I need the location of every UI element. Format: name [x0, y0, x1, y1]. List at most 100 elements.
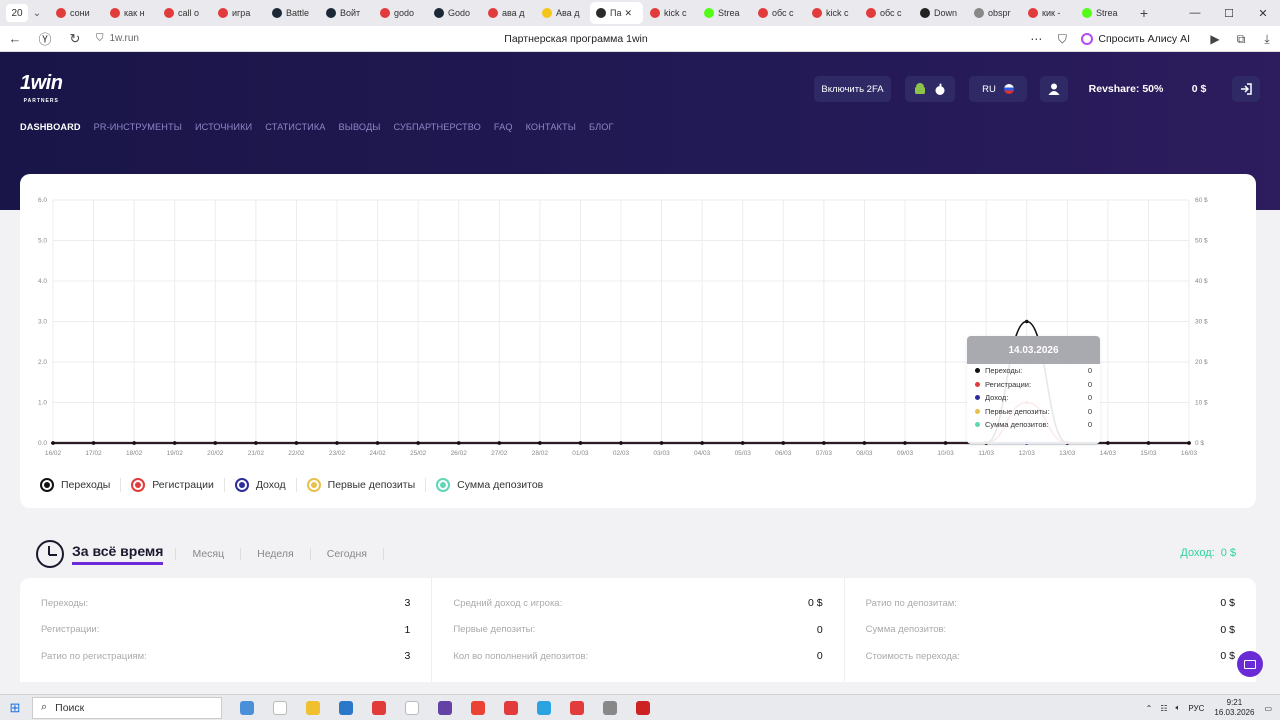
- browser-tab[interactable]: Down: [914, 2, 967, 24]
- notifications-icon[interactable]: ▭: [1264, 704, 1272, 713]
- downloads-icon[interactable]: ⤓: [1254, 32, 1280, 47]
- browser-tab[interactable]: кик -: [1022, 2, 1075, 24]
- tab-label: kick c: [826, 8, 849, 18]
- network-icon[interactable]: ☷: [1160, 704, 1167, 713]
- main-navigation: DASHBOARD PR-ИНСТРУМЕНТЫ ИСТОЧНИКИ СТАТИСТИ…: [20, 122, 627, 132]
- close-window-icon[interactable]: ✕: [1246, 0, 1280, 26]
- reload-icon[interactable]: ↻: [60, 31, 90, 47]
- browser-tab[interactable]: Па ✕: [590, 2, 643, 24]
- close-tab-icon[interactable]: ✕: [624, 8, 632, 19]
- taskbar-search[interactable]: ⌕ Поиск: [32, 696, 222, 719]
- tooltip-value: 0: [1087, 393, 1092, 403]
- browser-tab[interactable]: сони: [50, 2, 103, 24]
- bookmark-icon[interactable]: ⛉: [1049, 32, 1075, 47]
- legend-item[interactable]: Регистрации: [131, 478, 225, 492]
- yandex-home-icon[interactable]: Ⓨ: [30, 29, 60, 48]
- taskbar-app-icon[interactable]: [461, 695, 494, 720]
- browser-tab[interactable]: kick c: [806, 2, 859, 24]
- taskbar-app-icon[interactable]: [593, 695, 626, 720]
- nav-item-1[interactable]: PR-ИНСТРУМЕНТЫ: [94, 122, 182, 132]
- browser-tab[interactable]: Strea: [698, 2, 751, 24]
- android-icon[interactable]: [913, 82, 927, 96]
- taskbar-app-icon[interactable]: [230, 695, 263, 720]
- site-security-icon[interactable]: ⛉: [96, 33, 104, 44]
- browser-tab[interactable]: Battle: [266, 2, 319, 24]
- new-tab-button[interactable]: +: [1134, 5, 1154, 21]
- ask-alice-button[interactable]: Спросить Алису AI: [1081, 33, 1190, 45]
- tab-label: обс с: [880, 8, 902, 18]
- browser-tab[interactable]: Godo: [428, 2, 481, 24]
- tray-chevron-icon[interactable]: ⌃: [1146, 704, 1153, 713]
- revshare-indicator: Revshare: 50%: [1082, 76, 1170, 102]
- taskbar-clock[interactable]: 9:21 16.03.2026: [1214, 698, 1254, 718]
- period-today-tab[interactable]: Сегодня: [309, 548, 383, 560]
- taskbar-app-icon[interactable]: [395, 695, 428, 720]
- taskbar-app-icon[interactable]: [263, 695, 296, 720]
- browser-tab[interactable]: как н: [104, 2, 157, 24]
- legend-toggle-icon: [306, 478, 321, 492]
- legend-item[interactable]: Первые депозиты: [306, 478, 427, 492]
- apple-icon[interactable]: [933, 82, 947, 96]
- browser-tab[interactable]: ава д: [482, 2, 535, 24]
- taskbar-app-icon[interactable]: [527, 695, 560, 720]
- more-icon[interactable]: ⋯: [1023, 32, 1049, 46]
- browser-tab[interactable]: call o: [158, 2, 211, 24]
- browser-tab[interactable]: Ава д: [536, 2, 589, 24]
- period-all-time-tab[interactable]: За всё время: [72, 543, 164, 565]
- browser-tab[interactable]: игра: [212, 2, 265, 24]
- browser-tab[interactable]: kick c: [644, 2, 697, 24]
- browser-tab[interactable]: обс с: [860, 2, 913, 24]
- stat-value: 0: [816, 650, 823, 663]
- maximize-icon[interactable]: ☐: [1212, 0, 1246, 26]
- nav-item-3[interactable]: СТАТИСТИКА: [265, 122, 325, 132]
- browser-tab[interactable]: godo: [374, 2, 427, 24]
- minimize-icon[interactable]: —: [1178, 0, 1212, 26]
- language-selector[interactable]: RU: [969, 76, 1027, 102]
- volume-icon[interactable]: 🔈︎: [1176, 703, 1181, 713]
- enable-2fa-button[interactable]: Включить 2FA: [814, 76, 891, 102]
- taskbar-app-icon[interactable]: [626, 695, 659, 720]
- nav-item-4[interactable]: ВЫВОДЫ: [339, 122, 381, 132]
- taskbar-app-icon[interactable]: [362, 695, 395, 720]
- input-language[interactable]: РУС: [1188, 704, 1204, 713]
- profile-button[interactable]: [1040, 76, 1068, 102]
- nav-item-2[interactable]: ИСТОЧНИКИ: [195, 122, 252, 132]
- x-tick: 25/02: [410, 450, 427, 457]
- browser-tab[interactable]: Strea: [1076, 2, 1129, 24]
- tab-label: Ава д: [556, 8, 580, 18]
- address-bar: ← Ⓨ ↻ ⛉ 1w.run Партнерская программа 1wi…: [0, 26, 1280, 52]
- mobile-apps-button[interactable]: [905, 76, 955, 102]
- nav-item-6[interactable]: FAQ: [494, 122, 513, 132]
- tab-list-chevron-icon[interactable]: ⌄: [28, 8, 46, 19]
- legend-item[interactable]: Сумма депозитов: [436, 478, 553, 492]
- tooltip-value: 0: [1087, 379, 1092, 389]
- taskbar-app-icon[interactable]: [494, 695, 527, 720]
- 1win-partners-logo[interactable]: 1win PARTNERS: [20, 73, 63, 110]
- windows-start-icon[interactable]: ⊞: [0, 700, 30, 716]
- tab-count-badge[interactable]: 20: [6, 4, 28, 22]
- browser-tab[interactable]: обс с: [752, 2, 805, 24]
- nav-item-5[interactable]: СУБПАРТНЕРСТВО: [394, 122, 481, 132]
- revshare-label: Revshare: 50%: [1088, 83, 1164, 95]
- nav-item-7[interactable]: КОНТАКТЫ: [526, 122, 576, 132]
- back-icon[interactable]: ←: [0, 31, 30, 46]
- browser-tab[interactable]: obspr: [968, 2, 1021, 24]
- nav-item-0[interactable]: DASHBOARD: [20, 122, 81, 132]
- taskbar-app-icon[interactable]: [560, 695, 593, 720]
- media-icon[interactable]: ▶: [1202, 32, 1228, 46]
- logout-button[interactable]: [1232, 76, 1260, 102]
- y-tick-left: 6.0: [38, 197, 47, 204]
- taskbar-app-icon[interactable]: [329, 695, 362, 720]
- support-mail-button[interactable]: [1237, 651, 1263, 677]
- nav-item-8[interactable]: БЛОГ: [589, 122, 614, 132]
- url-field[interactable]: ⛉ 1w.run: [96, 33, 139, 44]
- period-week-tab[interactable]: Неделя: [240, 548, 310, 560]
- taskbar-app-icon[interactable]: [296, 695, 329, 720]
- taskbar-app-icon[interactable]: [428, 695, 461, 720]
- legend-item[interactable]: Переходы: [40, 478, 122, 492]
- extensions-icon[interactable]: ⧉: [1228, 32, 1254, 47]
- legend-item[interactable]: Доход: [234, 478, 297, 492]
- period-month-tab[interactable]: Месяц: [175, 548, 240, 560]
- income-value: 0 $: [1220, 547, 1236, 559]
- browser-tab[interactable]: Войт: [320, 2, 373, 24]
